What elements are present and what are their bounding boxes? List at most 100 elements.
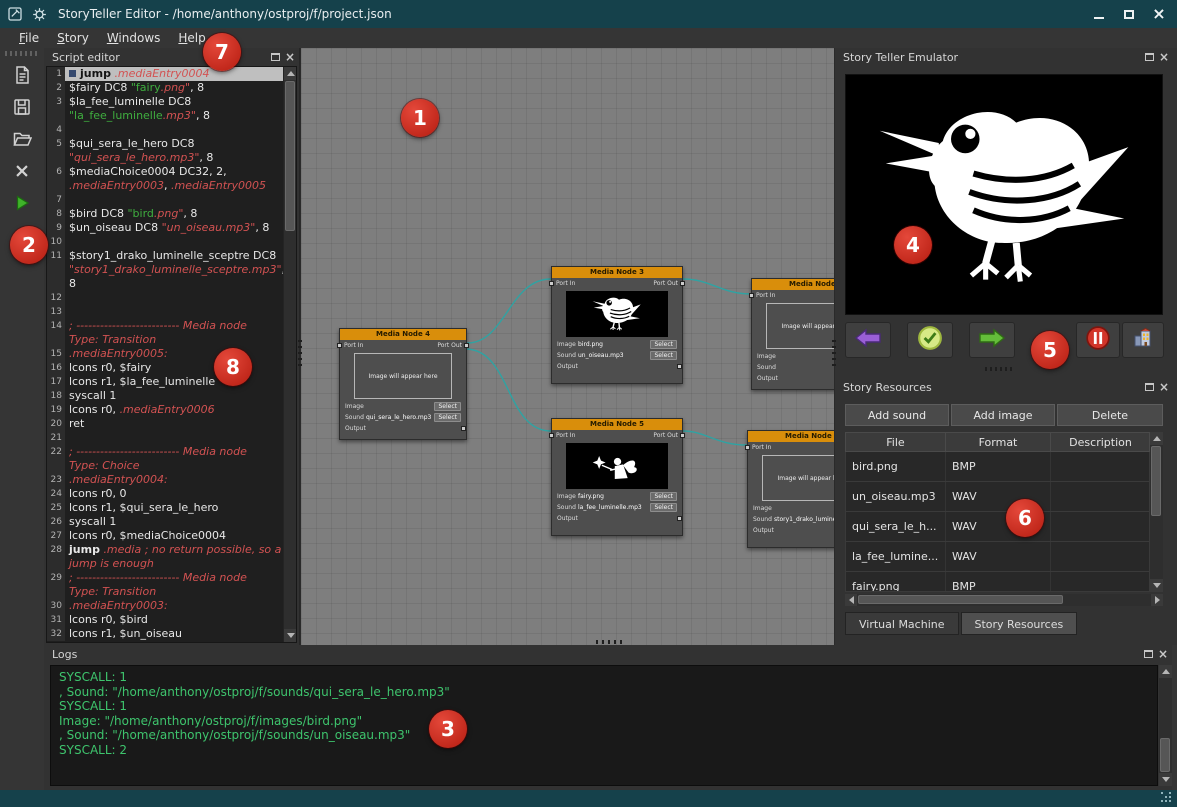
close-project-button[interactable] — [5, 158, 39, 188]
float-panel-icon[interactable] — [271, 53, 280, 61]
resize-grip[interactable] — [1161, 792, 1173, 804]
column-file[interactable]: File — [846, 433, 946, 451]
next-button[interactable] — [969, 322, 1015, 358]
float-panel-icon[interactable] — [1145, 53, 1154, 61]
ok-button[interactable] — [907, 322, 953, 358]
menu-file[interactable]: File — [10, 29, 48, 47]
scroll-left-button[interactable] — [845, 594, 857, 606]
resources-vscrollbar[interactable] — [1150, 432, 1163, 592]
input-pin[interactable] — [745, 445, 750, 450]
table-row[interactable]: qui_sera_le_h...WAV — [846, 512, 1149, 542]
table-row[interactable]: fairy.pngBMP — [846, 572, 1149, 592]
column-format[interactable]: Format — [946, 433, 1051, 451]
previous-button[interactable] — [845, 322, 891, 358]
scrollbar-thumb[interactable] — [285, 81, 295, 231]
script-editor-scrollbar[interactable] — [283, 67, 296, 642]
line-number — [47, 277, 65, 291]
code-row: 21 — [47, 431, 283, 445]
port-in-label: Port In — [556, 280, 575, 287]
node-canvas[interactable]: Media Node 4Port InPort OutImage will ap… — [300, 48, 835, 645]
media-node[interactable]: Media Node 7Port InPort OutImage will ap… — [751, 278, 835, 390]
output-pin[interactable] — [464, 343, 469, 348]
column-description[interactable]: Description — [1051, 433, 1151, 451]
tab-story-resources[interactable]: Story Resources — [961, 612, 1078, 635]
log-output[interactable]: SYSCALL: 1, Sound: "/home/anthony/ostpro… — [50, 665, 1158, 786]
scrollbar-thumb[interactable] — [1160, 738, 1170, 772]
table-row[interactable]: bird.pngBMP — [846, 452, 1149, 482]
scroll-up-button[interactable] — [1150, 432, 1163, 445]
select-sound-button[interactable]: Select — [434, 413, 461, 422]
scroll-down-button[interactable] — [1159, 773, 1172, 786]
logs-scrollbar[interactable] — [1159, 665, 1172, 786]
output-pin[interactable] — [680, 433, 685, 438]
sound-label: Sound — [753, 516, 771, 523]
code-editor[interactable]: 1jump .mediaEntry00042$fairy DC8 "fairy.… — [46, 66, 297, 643]
media-node[interactable]: Media Node 3Port InPort Out Imagebird.pn… — [551, 266, 683, 384]
splitter-handle[interactable] — [298, 336, 302, 366]
line-number: 4 — [47, 123, 65, 137]
delete-button[interactable]: Delete — [1057, 404, 1163, 426]
scroll-up-button[interactable] — [284, 67, 297, 80]
scroll-right-button[interactable] — [1151, 594, 1163, 606]
menu-windows[interactable]: Windows — [98, 29, 170, 47]
new-script-button[interactable] — [5, 62, 39, 92]
select-sound-button[interactable]: Select — [650, 503, 677, 512]
port-out-label: Port Out — [653, 280, 678, 287]
sound-label: Sound — [557, 352, 575, 359]
input-pin[interactable] — [549, 281, 554, 286]
input-pin[interactable] — [749, 293, 754, 298]
select-image-button[interactable]: Select — [434, 402, 461, 411]
add-image-button[interactable]: Add image — [951, 404, 1055, 426]
run-story-button[interactable] — [5, 190, 39, 220]
input-pin[interactable] — [549, 433, 554, 438]
splitter-handle[interactable] — [596, 640, 626, 644]
pause-button[interactable] — [1076, 322, 1120, 358]
home-button[interactable] — [1122, 322, 1164, 358]
save-button[interactable] — [5, 94, 39, 124]
media-node[interactable]: Media Node 4Port InPort OutImage will ap… — [339, 328, 467, 440]
maximize-button[interactable] — [1117, 4, 1141, 24]
close-panel-icon[interactable]: × — [1158, 649, 1168, 659]
table-row[interactable]: la_fee_lumine...WAV — [846, 542, 1149, 572]
input-pin[interactable] — [337, 343, 342, 348]
media-node[interactable]: Media Node 5Port InPort Out Imagefairy.p… — [551, 418, 683, 536]
output-pin[interactable] — [461, 426, 466, 431]
log-line: , Sound: "/home/anthony/ostproj/f/sounds… — [59, 685, 1149, 700]
dock-tabs: Virtual Machine Story Resources — [845, 612, 1077, 635]
menu-story[interactable]: Story — [48, 29, 98, 47]
pause-icon — [1085, 325, 1111, 355]
scroll-down-button[interactable] — [284, 629, 297, 642]
close-panel-icon[interactable]: × — [1159, 52, 1169, 62]
output-pin[interactable] — [677, 364, 682, 369]
add-sound-button[interactable]: Add sound — [845, 404, 949, 426]
code-row: 3$la_fee_luminelle DC8 — [47, 95, 283, 109]
resources-header: Story Resources × — [835, 378, 1173, 396]
output-pin[interactable] — [680, 281, 685, 286]
float-panel-icon[interactable] — [1144, 650, 1153, 658]
scrollbar-thumb[interactable] — [858, 595, 1063, 604]
splitter-handle[interactable] — [832, 336, 836, 366]
arrow-up-icon — [1162, 669, 1170, 674]
scrollbar-thumb[interactable] — [1151, 446, 1161, 516]
splitter-handle[interactable] — [985, 367, 1015, 371]
media-node[interactable]: Media Node 6Port InPort OutImage will ap… — [747, 430, 835, 548]
close-panel-icon[interactable]: × — [1159, 382, 1169, 392]
select-sound-button[interactable]: Select — [650, 351, 677, 360]
select-image-button[interactable]: Select — [650, 340, 677, 349]
select-image-button[interactable]: Select — [650, 492, 677, 501]
close-panel-icon[interactable]: × — [285, 52, 295, 62]
float-panel-icon[interactable] — [1145, 383, 1154, 391]
close-icon: × — [1152, 6, 1165, 22]
emulator-controls — [845, 322, 1163, 360]
tab-virtual-machine[interactable]: Virtual Machine — [845, 612, 959, 635]
close-button[interactable]: × — [1147, 4, 1171, 24]
scroll-up-button[interactable] — [1159, 665, 1172, 678]
output-pin[interactable] — [677, 516, 682, 521]
scroll-down-button[interactable] — [1150, 579, 1163, 592]
toolbar-drag-handle[interactable] — [5, 51, 39, 56]
line-number: 26 — [47, 515, 65, 529]
open-project-button[interactable] — [5, 126, 39, 156]
minimize-button[interactable] — [1087, 4, 1111, 24]
table-row[interactable]: un_oiseau.mp3WAV — [846, 482, 1149, 512]
resources-hscrollbar[interactable] — [845, 594, 1163, 606]
